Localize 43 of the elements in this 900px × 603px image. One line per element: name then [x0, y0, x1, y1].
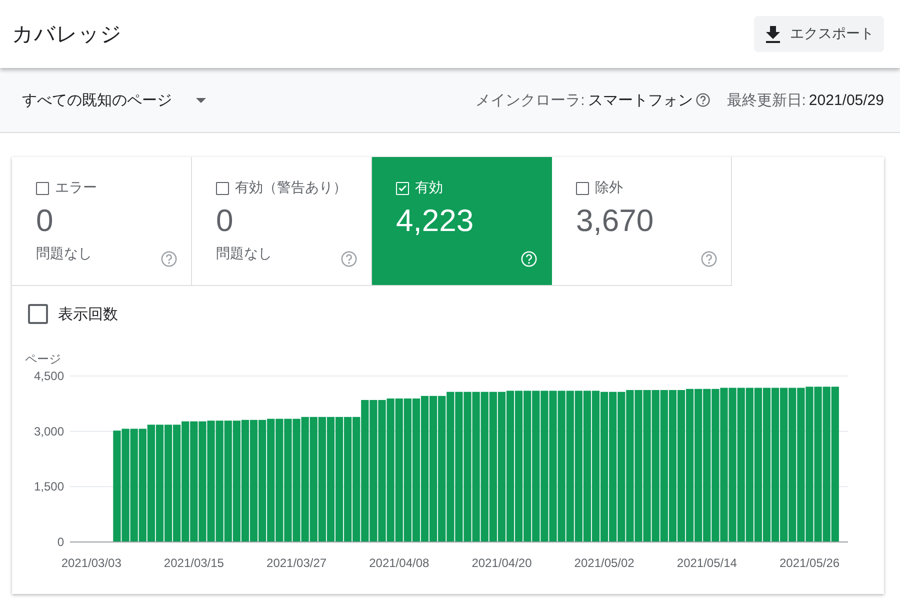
tile-value: 4,223 — [396, 203, 475, 239]
axis-tick-label: 2021/04/08 — [369, 556, 430, 570]
tile-note: 問題なし — [216, 245, 272, 263]
axis-tick-label: 2021/05/02 — [574, 556, 634, 570]
tile-value: 3,670 — [576, 203, 655, 239]
filter-dropdown[interactable]: すべての既知のページ — [22, 90, 206, 110]
axis-tick-label: 2021/04/20 — [472, 556, 532, 570]
page-title: カバレッジ — [12, 22, 122, 48]
download-icon — [766, 26, 780, 42]
axis-tick-label: 2021/05/26 — [780, 556, 840, 570]
axis-tick-label: 0 — [57, 535, 64, 549]
caret-icon — [196, 98, 206, 102]
tile-value: 0 — [216, 203, 234, 239]
checkbox[interactable] — [576, 182, 589, 194]
help-icon[interactable] — [341, 251, 357, 267]
checkbox[interactable] — [36, 182, 49, 194]
axis-tick-label: 2021/03/03 — [61, 556, 122, 570]
tile-value: 0 — [36, 203, 54, 239]
axis-tick-label: 2021/03/27 — [266, 556, 327, 570]
axis-tick-label: 2021/03/15 — [164, 556, 224, 570]
export-button[interactable]: エクスポート — [754, 16, 884, 52]
updated-label: 最終更新日: — [726, 90, 806, 110]
axis-tick-label: 4,500 — [34, 369, 64, 383]
tile-label: 除外 — [595, 179, 623, 197]
crawler-value: スマートフォン — [588, 90, 693, 110]
axis-title: ページ — [25, 352, 61, 366]
help-icon[interactable] — [161, 251, 177, 267]
axis-tick-label: 1,500 — [34, 480, 64, 494]
status-tile[interactable]: 除外 3,670 — [552, 157, 732, 285]
tile-label: エラー — [55, 179, 97, 197]
impressions-label: 表示回数 — [58, 304, 118, 324]
checkbox[interactable] — [28, 304, 48, 324]
axis-tick-label: 3,000 — [34, 424, 64, 438]
crawler-label: メインクローラ: — [476, 90, 585, 110]
updated-date: 2021/05/29 — [808, 92, 884, 108]
axis-tick-label: 2021/05/14 — [676, 556, 737, 570]
tile-note: 問題なし — [36, 245, 92, 263]
checkbox[interactable] — [216, 182, 229, 194]
status-tile[interactable]: エラー 0 問題なし — [12, 157, 192, 285]
tile-label: 有効 — [415, 179, 443, 197]
help-icon[interactable] — [696, 93, 710, 107]
tile-label: 有効（警告あり） — [235, 179, 347, 197]
help-icon[interactable] — [701, 251, 717, 267]
